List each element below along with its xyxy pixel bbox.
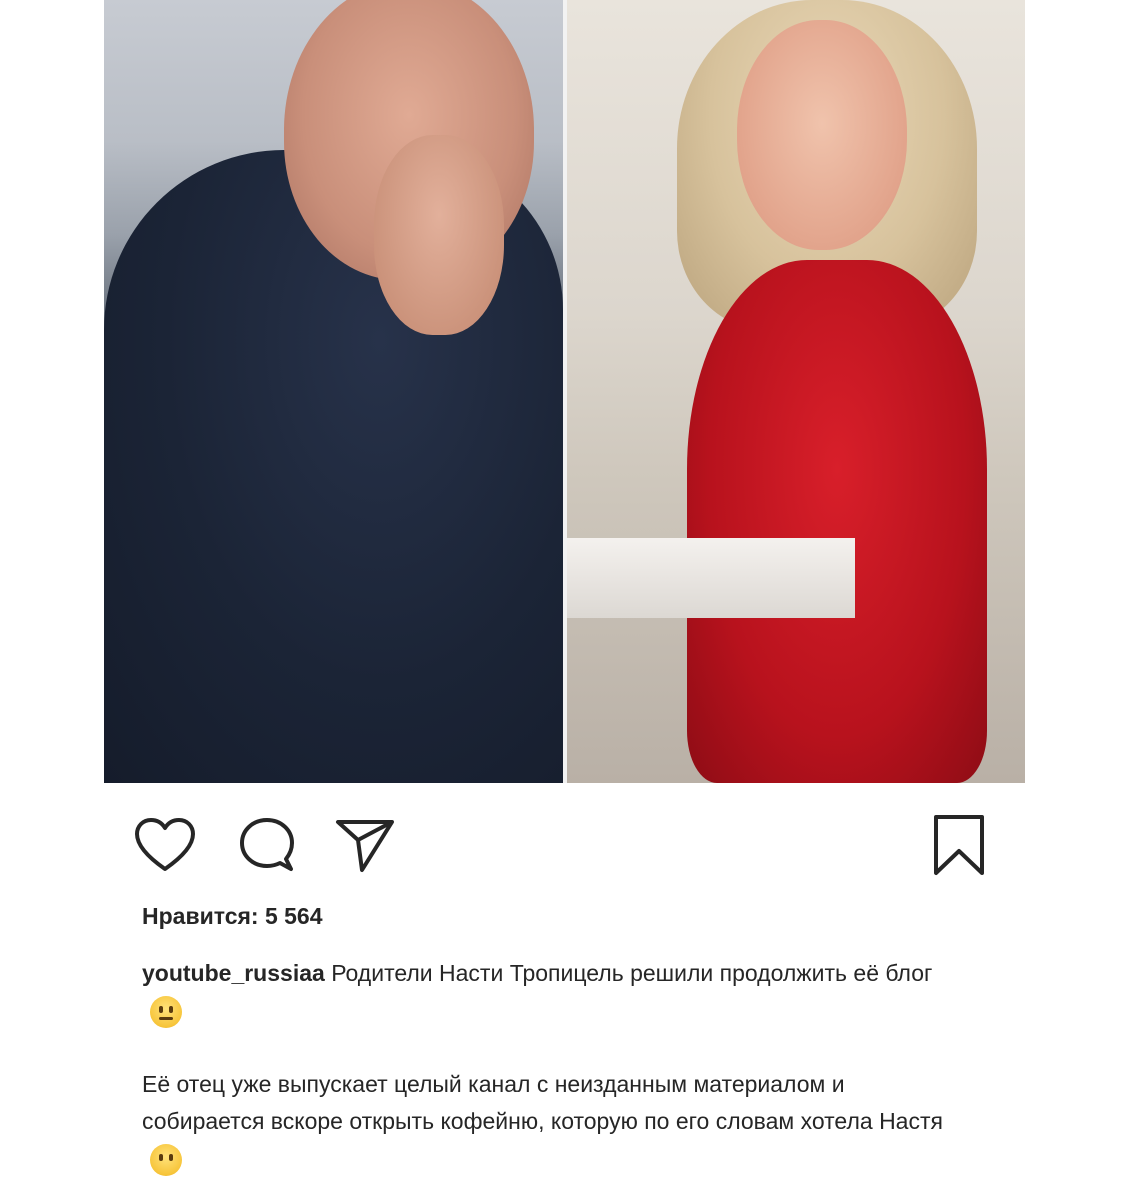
action-bar [130,810,1000,880]
share-button[interactable] [330,810,400,880]
like-button[interactable] [130,810,200,880]
man-hand-shape [374,135,504,335]
photo-father [104,0,563,783]
woman-dress-shape [687,260,987,783]
paper-plane-icon [336,820,394,872]
post-body-text: Её отец уже выпускает целый канал с неиз… [142,1066,962,1177]
caption-username[interactable]: youtube_russiaa [142,960,325,986]
post-caption: youtube_russiaa Родители Насти Тропицель… [142,955,942,1029]
caption-text: Родители Насти Тропицель решили продолжи… [331,960,933,986]
bookmark-icon [934,815,984,875]
body-text-content: Её отец уже выпускает целый канал с неиз… [142,1071,943,1134]
heart-icon [135,818,195,871]
woman-face-shape [737,20,907,250]
save-button[interactable] [924,810,994,880]
neutral-face-emoji [150,995,182,1028]
face-without-mouth-emoji [150,1143,182,1176]
comment-icon [240,818,294,871]
photo-girl [567,0,1025,783]
table-shape [567,538,855,618]
post-image[interactable] [104,0,1025,783]
likes-count[interactable]: Нравится: 5 564 [142,903,323,930]
comment-button[interactable] [232,810,302,880]
